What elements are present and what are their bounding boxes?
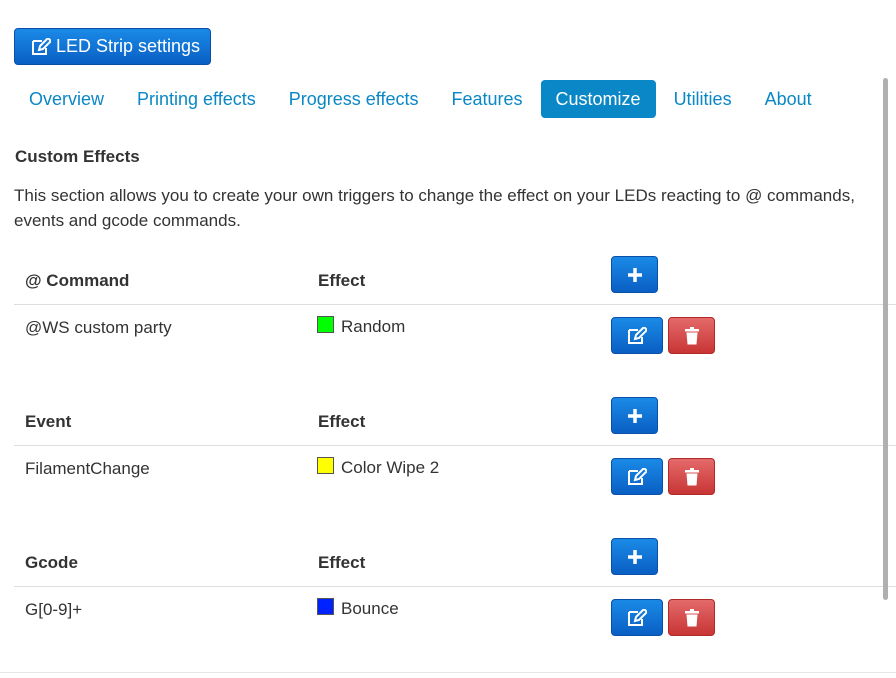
trash-icon [684, 467, 699, 485]
trigger-value: FilamentChange [25, 459, 150, 478]
edit-icon [32, 37, 51, 55]
effect-color-swatch [317, 597, 334, 615]
delete-button[interactable] [668, 599, 715, 636]
column-header-trigger: Gcode [25, 553, 78, 572]
edit-icon [628, 608, 647, 626]
plus-icon [627, 549, 642, 564]
column-header-effect: Effect [318, 271, 366, 290]
led-strip-settings-button[interactable]: LED Strip settings [14, 28, 211, 65]
trash-icon [684, 608, 699, 626]
trash-icon [684, 326, 699, 344]
tab-overview[interactable]: Overview [14, 80, 119, 118]
column-header-trigger: Event [25, 412, 72, 431]
effect-color-swatch [317, 315, 334, 333]
section-title: Custom Effects [15, 147, 140, 166]
add-command-effect-button[interactable] [611, 256, 658, 293]
edit-button[interactable] [611, 317, 663, 354]
vertical-scrollbar[interactable] [883, 78, 888, 600]
table-header: Event Effect [14, 397, 896, 446]
effect-value: Random [317, 315, 406, 337]
trigger-value: @WS custom party [25, 318, 172, 337]
column-header-effect: Effect [318, 412, 366, 431]
effect-value: Color Wipe 2 [317, 456, 440, 478]
tab-utilities[interactable]: Utilities [659, 80, 747, 118]
tab-features[interactable]: Features [436, 80, 537, 118]
effect-label: Random [341, 317, 406, 336]
add-event-effect-button[interactable] [611, 397, 658, 434]
column-header-effect: Effect [318, 553, 366, 572]
led-strip-settings-label: LED Strip settings [56, 36, 201, 56]
table-header: Gcode Effect [14, 538, 896, 587]
trigger-value: G[0-9]+ [25, 600, 83, 619]
delete-button[interactable] [668, 458, 715, 495]
bottom-divider [0, 672, 896, 673]
edit-button[interactable] [611, 458, 663, 495]
edit-icon [628, 326, 647, 344]
effect-value: Bounce [317, 597, 399, 619]
plus-icon [627, 408, 642, 423]
tab-bar: Overview Printing effects Progress effec… [14, 80, 830, 118]
tab-customize[interactable]: Customize [540, 80, 656, 118]
edit-button[interactable] [611, 599, 663, 636]
effect-label: Bounce [341, 599, 399, 618]
tab-progress-effects[interactable]: Progress effects [274, 80, 434, 118]
table-header: @ Command Effect [14, 256, 896, 305]
tab-printing-effects[interactable]: Printing effects [122, 80, 271, 118]
column-header-trigger: @ Command [25, 271, 130, 290]
section-description: This section allows you to create your o… [14, 186, 855, 230]
delete-button[interactable] [668, 317, 715, 354]
tab-about[interactable]: About [750, 80, 827, 118]
edit-icon [628, 467, 647, 485]
add-gcode-effect-button[interactable] [611, 538, 658, 575]
effect-color-swatch [317, 456, 334, 474]
plus-icon [627, 267, 642, 282]
effect-label: Color Wipe 2 [341, 458, 440, 477]
